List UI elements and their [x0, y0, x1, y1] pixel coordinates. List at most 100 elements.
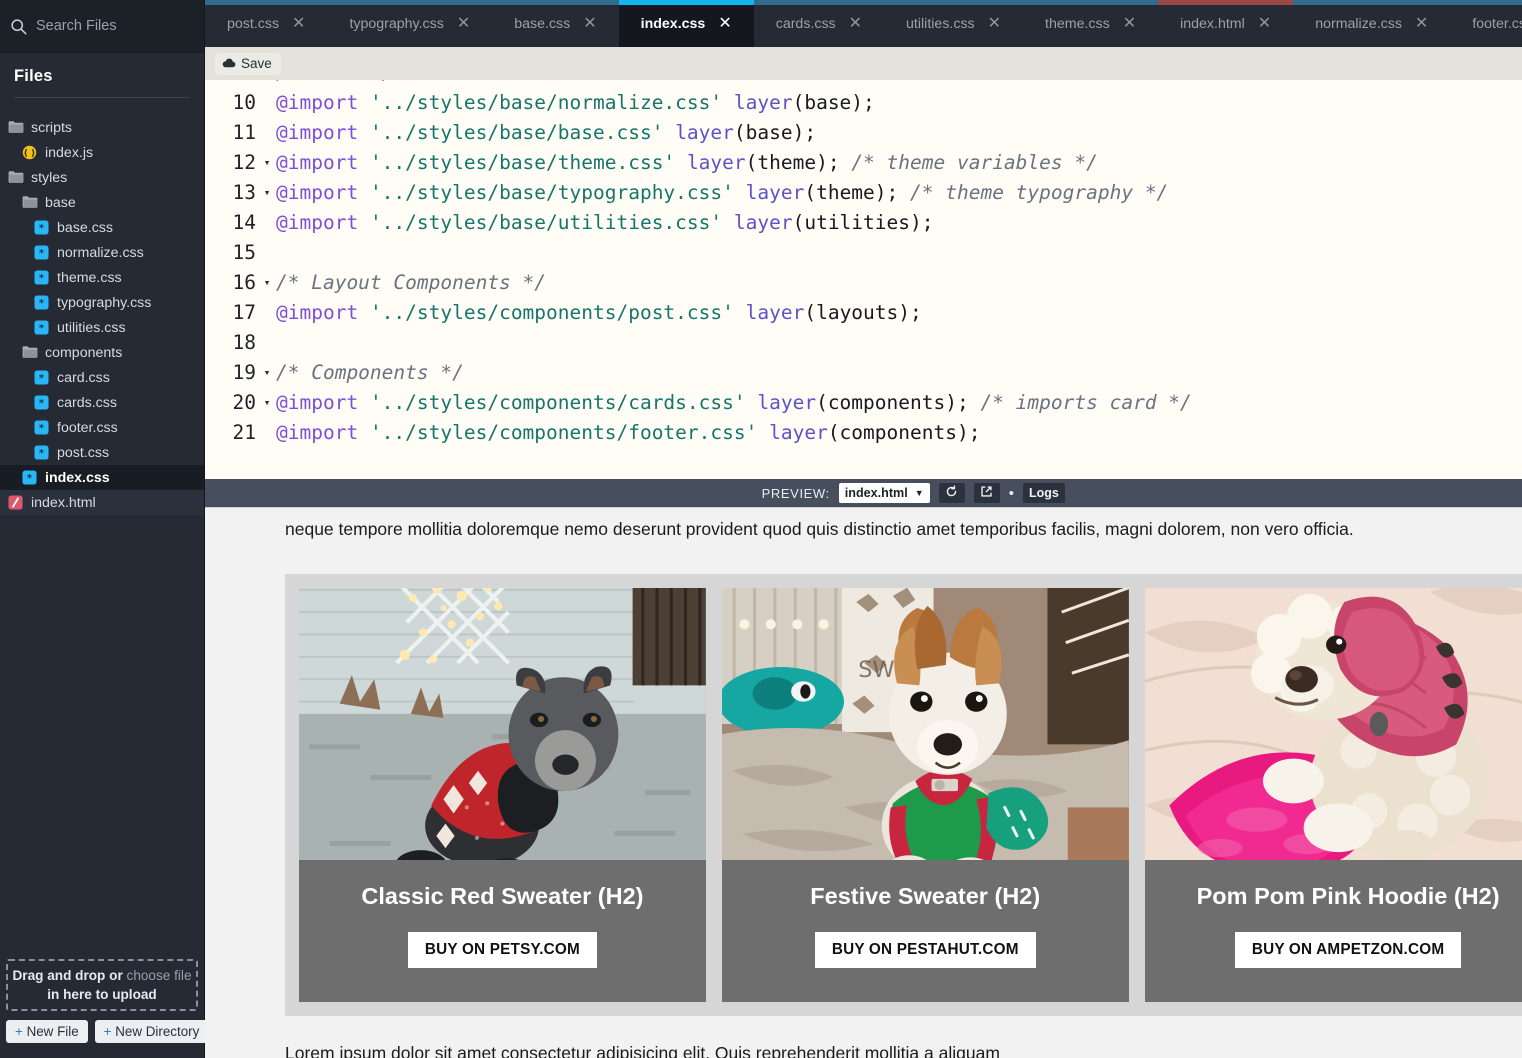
tree-item-label: theme.css [57, 270, 122, 286]
tree-item-base-css[interactable]: *base.css [0, 215, 204, 240]
close-icon[interactable]: ✕ [849, 16, 862, 32]
buy-button[interactable]: BUY ON PETSY.COM [408, 932, 597, 968]
fold-arrow-icon[interactable]: ▾ [260, 178, 274, 208]
new-file-button[interactable]: + New File [6, 1020, 88, 1043]
code-token: /* Layout Components */ [276, 271, 546, 294]
editor-tab-label: utilities.css [906, 16, 975, 32]
buy-button[interactable]: BUY ON AMPETZON.COM [1235, 932, 1461, 968]
divider [14, 97, 190, 98]
tree-item-label: cards.css [57, 395, 117, 411]
close-icon[interactable]: ✕ [718, 16, 731, 32]
tree-item-components[interactable]: components [0, 340, 204, 365]
tree-item-card-css[interactable]: *card.css [0, 365, 204, 390]
search-bar[interactable] [0, 0, 204, 53]
tree-item-label: scripts [31, 120, 72, 136]
close-icon[interactable]: ✕ [583, 16, 596, 32]
code-token [663, 121, 675, 144]
code-token [358, 121, 370, 144]
tree-item-normalize-css[interactable]: *normalize.css [0, 240, 204, 265]
css-file-icon: * [34, 220, 50, 236]
close-icon[interactable]: ✕ [1415, 16, 1428, 32]
fold-arrow-icon[interactable]: ▾ [260, 80, 274, 88]
tree-item-post-css[interactable]: *post.css [0, 440, 204, 465]
editor-tab-utilities-css[interactable]: utilities.css ✕ [884, 0, 1023, 47]
preview-pane[interactable]: neque tempore mollitia doloremque nemo d… [205, 507, 1522, 1058]
tree-item-label: index.css [45, 470, 110, 486]
tree-item-base[interactable]: base [0, 190, 204, 215]
code-editor[interactable]: 9▾/* Base */10@import '../styles/base/no… [205, 80, 1522, 479]
tab-accent-bar [619, 0, 754, 5]
close-icon[interactable]: ✕ [988, 16, 1001, 32]
fold-arrow-icon[interactable]: ▾ [260, 148, 274, 178]
fold-arrow-icon[interactable]: ▾ [260, 358, 274, 388]
code-token: /* Components */ [276, 361, 464, 384]
file-tree: scripts ( )index.js styles base*base.css*no… [0, 106, 204, 959]
save-button[interactable]: Save [215, 53, 281, 75]
editor-tab-normalize-css[interactable]: normalize.css✕ [1293, 0, 1450, 47]
code-token: (base); [793, 91, 875, 114]
tree-item-index-html[interactable]: index.html [0, 490, 204, 515]
tab-accent-bar [1293, 0, 1450, 5]
code-token: '../styles/base/normalize.css' [370, 91, 722, 114]
search-input[interactable] [36, 18, 194, 34]
tree-item-index-css[interactable]: *index.css [0, 465, 204, 490]
choose-file-link[interactable]: choose file [127, 968, 192, 983]
buy-button[interactable]: BUY ON PESTAHUT.COM [815, 932, 1036, 968]
tree-item-label: styles [31, 170, 67, 186]
tree-item-theme-css[interactable]: *theme.css [0, 265, 204, 290]
tree-item-typography-css[interactable]: *typography.css [0, 290, 204, 315]
save-toolbar: Save [205, 47, 1522, 80]
editor-tab-post-css[interactable]: post.css✕ [205, 0, 327, 47]
preview-file-select[interactable]: index.html ▼ [839, 483, 930, 503]
page-title: Files [14, 67, 190, 86]
line-number: 14 [205, 208, 260, 238]
tree-item-styles[interactable]: styles [0, 165, 204, 190]
code-text: @import '../styles/components/footer.css… [274, 418, 980, 448]
close-icon[interactable]: ✕ [1123, 16, 1136, 32]
code-token: (components); [816, 391, 980, 414]
code-token: (theme); [746, 151, 852, 174]
code-token: '../styles/components/footer.css' [370, 421, 757, 444]
code-text: /* Base */ [274, 80, 393, 88]
code-token: '../styles/base/theme.css' [370, 151, 675, 174]
line-number: 21 [205, 418, 260, 448]
new-directory-button[interactable]: + New Directory [95, 1020, 209, 1043]
product-card: Classic Red Sweater (H2) BUY ON PETSY.COM [299, 588, 706, 1002]
editor-tab-label: base.css [514, 16, 570, 32]
tab-accent-bar [1158, 0, 1293, 5]
editor-tab-base-css[interactable]: base.css ✕ [492, 0, 618, 47]
code-token: layer [687, 151, 746, 174]
fold-arrow-icon[interactable]: ▾ [260, 388, 274, 418]
code-line: 10@import '../styles/base/normalize.css'… [205, 88, 1522, 118]
logs-button[interactable]: Logs [1023, 483, 1065, 503]
tree-item-footer-css[interactable]: *footer.css [0, 415, 204, 440]
close-icon[interactable]: ✕ [457, 16, 470, 32]
editor-tab-typography-css[interactable]: typography.css✕ [327, 0, 492, 47]
main-panel: post.css✕typography.css✕base.css✕index.c… [205, 0, 1522, 1058]
tree-item-scripts[interactable]: scripts [0, 115, 204, 140]
dropzone[interactable]: Drag and drop or choose file in here to … [6, 959, 198, 1011]
fold-arrow-icon[interactable]: ▾ [260, 268, 274, 298]
tree-item-cards-css[interactable]: *cards.css [0, 390, 204, 415]
editor-tab-cards-css[interactable]: cards.css✕ [754, 0, 884, 47]
close-icon[interactable]: ✕ [1258, 16, 1271, 32]
folder-icon [22, 195, 38, 211]
editor-tab-footer-css[interactable]: footer.css✕ [1450, 0, 1522, 47]
product-title: Classic Red Sweater (H2) [299, 860, 706, 910]
search-icon [10, 18, 27, 35]
code-line: 19▾/* Components */ [205, 358, 1522, 388]
tree-item-index-js[interactable]: ( )index.js [0, 140, 204, 165]
code-token [722, 211, 734, 234]
editor-tab-bar: post.css✕typography.css✕base.css✕index.c… [205, 0, 1522, 47]
code-line: 21 @import '../styles/components/footer.c… [205, 418, 1522, 448]
refresh-button[interactable] [939, 483, 965, 503]
editor-tab-index-css[interactable]: index.css ✕ [619, 0, 754, 47]
tree-item-utilities-css[interactable]: *utilities.css [0, 315, 204, 340]
tree-item-label: utilities.css [57, 320, 126, 336]
editor-tab-label: index.css [641, 16, 706, 32]
editor-tab-index-html[interactable]: index.html✕ [1158, 0, 1293, 47]
code-line: 17@import '../styles/components/post.css… [205, 298, 1522, 328]
editor-tab-theme-css[interactable]: theme.css✕ [1023, 0, 1158, 47]
close-icon[interactable]: ✕ [292, 16, 305, 32]
open-external-button[interactable] [974, 483, 1000, 503]
